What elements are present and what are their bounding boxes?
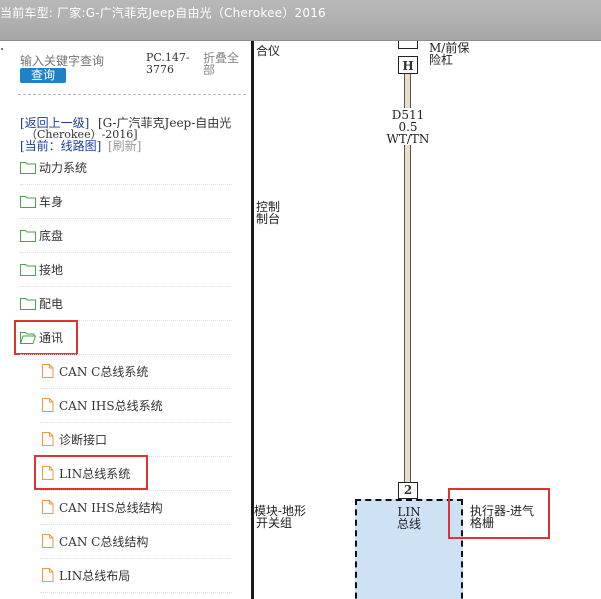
document-icon	[42, 398, 54, 412]
tree-folder-chassis[interactable]: 底盘	[20, 218, 230, 252]
tree-doc-label: CAN IHS总线系统	[59, 399, 163, 413]
document-icon	[42, 500, 54, 514]
tree-folder-label: 接地	[39, 263, 64, 277]
divider	[18, 94, 246, 95]
document-icon	[42, 568, 54, 582]
wire-segment	[404, 145, 411, 505]
tree-folder-powertrain[interactable]: 动力系统	[20, 150, 230, 184]
collapse-all-link[interactable]: 折叠全部	[203, 52, 245, 76]
pc-code: PC.147-3776	[146, 51, 190, 76]
diagram-label: 险杠	[429, 53, 454, 67]
tree-folder-label: 配电	[39, 297, 64, 311]
tree-folder-body[interactable]: 车身	[20, 184, 230, 218]
tree-folder-label: 车身	[39, 195, 64, 209]
tree-doc-can-c-structure[interactable]: CAN C总线结构	[40, 524, 230, 558]
tree-doc-label: CAN IHS总线结构	[59, 501, 163, 515]
folder-icon	[20, 196, 36, 208]
search-button[interactable]: 查询	[20, 68, 66, 83]
wire-segment	[404, 74, 411, 108]
tree-folder-label: 动力系统	[39, 161, 88, 175]
folder-icon	[20, 298, 36, 310]
tree-doc-label: 诊断接口	[59, 433, 108, 447]
connector-top	[398, 41, 418, 49]
tree-doc-label: CAN C总线结构	[59, 535, 149, 549]
document-icon	[42, 364, 54, 378]
tree-doc-label: CAN C总线系统	[59, 365, 149, 379]
tree-doc-can-c-system[interactable]: CAN C总线系统	[40, 354, 230, 388]
connector-h: H	[398, 56, 418, 74]
highlight-box	[448, 488, 550, 539]
tree-doc-label: LIN总线布局	[59, 569, 131, 583]
highlight-box	[34, 455, 148, 490]
tree-doc-diagnostic-port[interactable]: 诊断接口	[40, 422, 230, 456]
title-bar: 当前车型: 厂家:G-广汽菲克Jeep自由光（Cherokee）2016	[0, 0, 601, 41]
document-icon	[42, 534, 54, 548]
tree-doc-can-ihs-system[interactable]: CAN IHS总线系统	[40, 388, 230, 422]
document-icon	[42, 432, 54, 446]
window-title: 当前车型: 厂家:G-广汽菲克Jeep自由光（Cherokee）2016	[0, 6, 326, 20]
pin-number: 2	[398, 482, 418, 499]
tree-folder-ground[interactable]: 接地	[20, 252, 230, 286]
wiring-diagram[interactable]: 合仪 M/前保 险杠 H D511 0.5 WT/TN 控制 制台 2 LIN …	[254, 41, 601, 599]
sidebar-marker	[1, 48, 3, 50]
row-separator	[40, 592, 232, 593]
module-label: 总线	[396, 517, 421, 531]
tree-doc-can-ihs-structure[interactable]: CAN IHS总线结构	[40, 490, 230, 524]
tree-folder-power-distribution[interactable]: 配电	[20, 286, 230, 320]
diagram-label: 开关组	[256, 516, 293, 530]
tree-folder-label: 底盘	[39, 229, 64, 243]
tree-doc-lin-layout[interactable]: LIN总线布局	[40, 558, 230, 592]
highlight-box	[14, 320, 78, 355]
folder-icon	[20, 264, 36, 276]
folder-icon	[20, 162, 36, 174]
diagram-label: 合仪	[256, 44, 281, 58]
folder-icon	[20, 230, 36, 242]
search-input[interactable]	[20, 53, 138, 69]
wire-color: WT/TN	[386, 132, 430, 146]
diagram-label: 制台	[256, 212, 281, 226]
